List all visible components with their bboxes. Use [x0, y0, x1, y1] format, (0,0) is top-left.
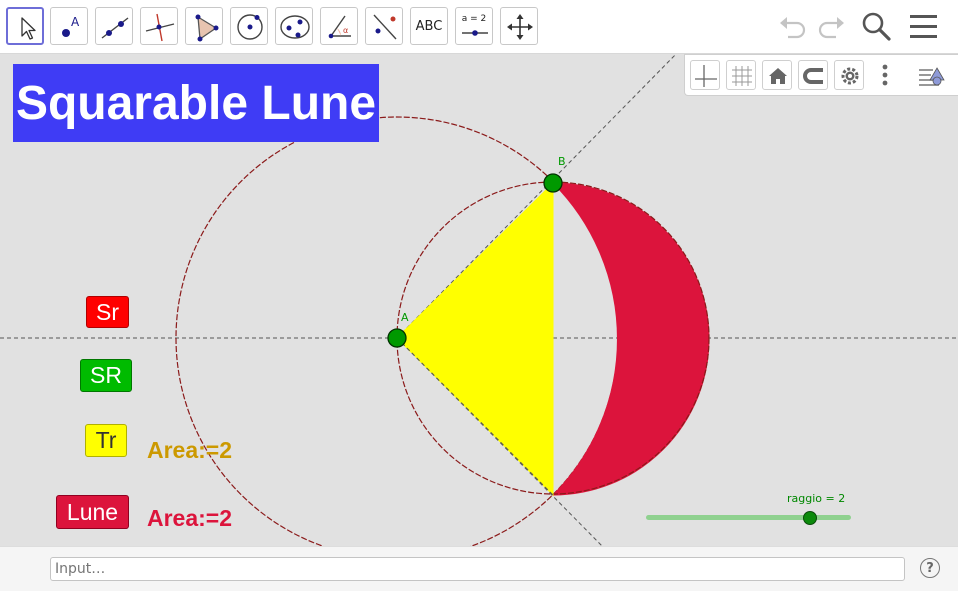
svg-text:α: α	[343, 26, 348, 35]
search-icon	[862, 12, 891, 41]
point-icon: A	[62, 15, 80, 37]
line-icon	[101, 17, 129, 39]
input-bar: ?	[0, 546, 958, 591]
undo-icon	[780, 17, 806, 39]
vertical-dots-icon	[882, 64, 888, 86]
lune-area-text: Area:=2	[147, 505, 233, 531]
polygon-tool-button[interactable]	[185, 7, 223, 45]
cursor-arrow-icon	[21, 17, 36, 40]
point-capturing-button[interactable]	[798, 60, 828, 90]
reflect-about-line-icon	[373, 14, 397, 40]
toggle-grid-button[interactable]	[726, 60, 756, 90]
reflect-tool-button[interactable]	[365, 7, 403, 45]
page-title: Squarable Lune	[15, 76, 377, 130]
lune-region[interactable]	[551, 182, 710, 496]
perpendicular-tool-button[interactable]	[140, 7, 178, 45]
algebra-input-field[interactable]	[50, 557, 905, 581]
slider-icon	[462, 30, 488, 36]
magnet-icon	[803, 68, 823, 84]
move-arrows-icon	[507, 14, 533, 40]
toolbar: A α ABC a = 2	[0, 0, 958, 54]
text-tool-label: ABC	[415, 18, 443, 34]
home-icon	[769, 68, 787, 84]
angle-tool-button[interactable]: α	[320, 7, 358, 45]
axes-icon	[695, 65, 717, 87]
grid-icon	[732, 66, 752, 86]
toggle-style-bar-button[interactable]	[917, 60, 947, 90]
point-tool-button[interactable]: A	[50, 7, 88, 45]
hamburger-menu-icon	[910, 15, 937, 38]
tr-button[interactable]: Tr	[85, 424, 127, 457]
ellipse-tool-button[interactable]	[275, 7, 313, 45]
sr-big-button[interactable]: SR	[80, 359, 132, 392]
triangle-region[interactable]	[396, 181, 554, 497]
point-a[interactable]	[387, 328, 407, 348]
redo-icon	[818, 17, 844, 39]
radius-slider-track[interactable]	[646, 515, 851, 520]
svg-text:A: A	[71, 15, 80, 29]
polygon-icon	[195, 14, 219, 42]
style-bar-toggle-icon	[919, 67, 945, 86]
lune-button[interactable]: Lune	[56, 495, 129, 529]
more-options-button[interactable]	[872, 60, 902, 90]
search-button[interactable]	[858, 8, 894, 44]
redo-button[interactable]	[812, 8, 848, 44]
triangle-area-text: Area:=2	[147, 437, 233, 463]
text-tool-button[interactable]: ABC	[410, 7, 448, 45]
standard-view-button[interactable]	[762, 60, 792, 90]
ellipse-icon	[280, 15, 310, 39]
slider-caption: raggio = 2	[787, 492, 846, 505]
main-menu-button[interactable]	[905, 8, 941, 44]
slider-tool-button[interactable]: a = 2	[455, 7, 493, 45]
circle-tool-button[interactable]	[230, 7, 268, 45]
gear-icon	[841, 67, 859, 85]
graphics-settings-button[interactable]	[834, 60, 864, 90]
point-b[interactable]	[543, 173, 563, 193]
help-button[interactable]: ?	[920, 558, 940, 578]
line-tool-button[interactable]	[95, 7, 133, 45]
move-graphics-tool-button[interactable]	[500, 7, 538, 45]
toggle-axes-button[interactable]	[690, 60, 720, 90]
circle-center-point-icon	[237, 14, 263, 40]
graphics-style-bar	[684, 54, 958, 96]
point-a-label: A	[401, 311, 409, 324]
sr-small-button[interactable]: Sr	[86, 296, 129, 328]
point-b-label: B	[558, 155, 566, 168]
undo-button[interactable]	[776, 8, 812, 44]
angle-icon: α	[328, 15, 351, 39]
perpendicular-line-icon	[145, 13, 175, 42]
title-box[interactable]: Squarable Lune	[13, 64, 379, 142]
move-tool-button[interactable]	[6, 7, 44, 45]
radius-slider-knob[interactable]	[803, 511, 817, 525]
